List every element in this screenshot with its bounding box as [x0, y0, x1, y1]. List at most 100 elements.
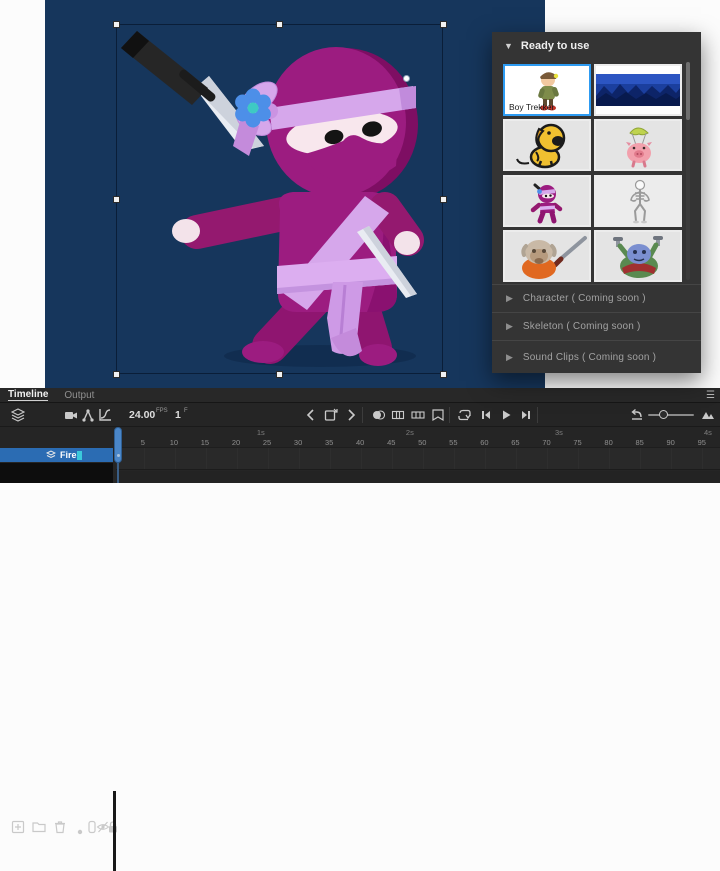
parenting-icon[interactable] [81, 408, 95, 422]
timeline-tabbar: Timeline Output ☰ [0, 388, 720, 403]
old-swordsman-art [505, 232, 589, 280]
layer-outline-color-chip[interactable] [77, 451, 82, 460]
advanced-layers-icon[interactable] [11, 408, 25, 422]
chevron-right-icon: ▶ [506, 321, 513, 332]
section-label: Sound Clips ( Coming soon ) [523, 352, 656, 363]
loop-playback-icon[interactable] [457, 408, 471, 422]
fps-value[interactable]: 24.00 [129, 409, 155, 421]
selection-handle-e[interactable] [440, 196, 447, 203]
section-label: Character ( Coming soon ) [523, 293, 646, 304]
fps-unit: FPS [156, 408, 168, 414]
ruler-label: 45 [387, 438, 395, 447]
tab-timeline[interactable]: Timeline [8, 389, 48, 401]
selection-handle-w[interactable] [113, 196, 120, 203]
ruler-label: 85 [635, 438, 643, 447]
camera-icon[interactable] [64, 408, 78, 422]
toolbar-separator [537, 407, 538, 423]
section-label: Skeleton ( Coming soon ) [523, 321, 641, 332]
selection-handle-ne[interactable] [440, 21, 447, 28]
ruler-label: 1s [257, 428, 265, 437]
ruler-label: 15 [201, 438, 209, 447]
selection-handle-s[interactable] [276, 371, 283, 378]
asset-card-yellow-dog[interactable] [503, 119, 591, 171]
mountain-scene-art [596, 66, 680, 114]
add-layer-icon[interactable] [11, 820, 25, 834]
assets-panel: ▼ Ready to use Boy Trekker [492, 32, 701, 373]
asset-card-purple-ninja[interactable] [503, 175, 591, 227]
ruler-frame-numbers[interactable]: 5101520253035404550556065707580859095 [116, 437, 720, 448]
selection-handle-sw[interactable] [113, 371, 120, 378]
ruler-label: 95 [698, 438, 706, 447]
ruler-label: 60 [480, 438, 488, 447]
frame-strip-empty [116, 471, 720, 483]
onion-skin-range-icon[interactable] [391, 408, 405, 422]
asset-card-old-swordsman[interactable] [503, 230, 591, 282]
transform-point[interactable] [403, 75, 410, 82]
asset-card-parachute-pig[interactable] [594, 119, 682, 171]
asset-card-boy-trekker[interactable]: Boy Trekker [503, 64, 591, 116]
step-forward-icon[interactable] [519, 408, 533, 422]
fit-frames-icon[interactable] [701, 408, 715, 422]
layer-tools [0, 820, 113, 835]
ruler-label: 50 [418, 438, 426, 447]
ruler-label: 75 [573, 438, 581, 447]
ruler-label: 70 [542, 438, 550, 447]
selection-handle-n[interactable] [276, 21, 283, 28]
assets-section-character[interactable]: ▶ Character ( Coming soon ) [492, 284, 701, 312]
layers-frames-divider[interactable] [113, 791, 116, 871]
ruler-label: 65 [511, 438, 519, 447]
layer-icon [46, 450, 56, 460]
ruler-label: 4s [704, 428, 712, 437]
assets-section-ready[interactable]: ▼ Ready to use [492, 32, 701, 60]
panel-menu-icon[interactable]: ☰ [706, 390, 715, 401]
previous-keyframe-icon[interactable] [304, 408, 318, 422]
layer-name: Fire [60, 450, 77, 460]
toolbar-separator [362, 407, 363, 423]
ruler-label: 55 [449, 438, 457, 447]
assets-section-skeleton[interactable]: ▶ Skeleton ( Coming soon ) [492, 312, 701, 340]
playhead-knob [117, 454, 120, 457]
playhead[interactable] [114, 427, 122, 463]
banner-icon[interactable] [431, 408, 445, 422]
ruler-label: 5 [141, 438, 145, 447]
selection-box[interactable] [116, 24, 443, 374]
frame-strip[interactable] [116, 448, 720, 470]
zoom-slider-knob[interactable] [659, 410, 668, 419]
delete-layer-icon[interactable] [53, 820, 67, 834]
tab-output[interactable]: Output [64, 390, 94, 401]
current-frame-value[interactable]: 1 [175, 409, 181, 421]
ruler-label: 35 [325, 438, 333, 447]
asset-card-mountain-scene[interactable] [594, 64, 682, 116]
stage-canvas[interactable] [45, 0, 545, 388]
asset-card-skeleton-sketch[interactable] [594, 175, 682, 227]
add-folder-icon[interactable] [32, 820, 46, 834]
asset-caption: Boy Trekker [509, 102, 554, 112]
ruler-label: 25 [263, 438, 271, 447]
layers-empty-area [0, 463, 113, 483]
chevron-right-icon: ▶ [506, 293, 513, 304]
step-back-icon[interactable] [479, 408, 493, 422]
play-icon[interactable] [499, 408, 513, 422]
chevron-down-icon: ▼ [504, 41, 513, 51]
selection-handle-se[interactable] [440, 371, 447, 378]
ruler-label: 10 [170, 438, 178, 447]
insert-keyframe-icon[interactable] [324, 408, 338, 422]
graph-editor-icon[interactable] [98, 408, 112, 422]
asset-card-alien-turtle[interactable] [594, 230, 682, 282]
yellow-dog-art [505, 121, 589, 169]
zoom-slider-track[interactable] [648, 414, 694, 416]
reset-zoom-icon[interactable] [630, 408, 644, 422]
timeline-toolbar: 24.00 FPS 1 F [0, 403, 720, 427]
assets-section-sound-clips[interactable]: ▶ Sound Clips ( Coming soon ) [492, 340, 701, 373]
onion-skin-icon[interactable] [371, 408, 385, 422]
toolbar-separator [449, 407, 450, 423]
assets-scrollbar-thumb[interactable] [686, 62, 690, 120]
layer-row-fire[interactable]: Fire [0, 448, 113, 462]
ruler-label: 3s [555, 428, 563, 437]
ruler-label: 90 [667, 438, 675, 447]
ruler-seconds-row[interactable]: 1s2s3s4s [116, 427, 720, 437]
parachute-pig-art [596, 121, 680, 169]
edit-multiple-frames-icon[interactable] [411, 408, 425, 422]
selection-handle-nw[interactable] [113, 21, 120, 28]
next-keyframe-icon[interactable] [344, 408, 358, 422]
